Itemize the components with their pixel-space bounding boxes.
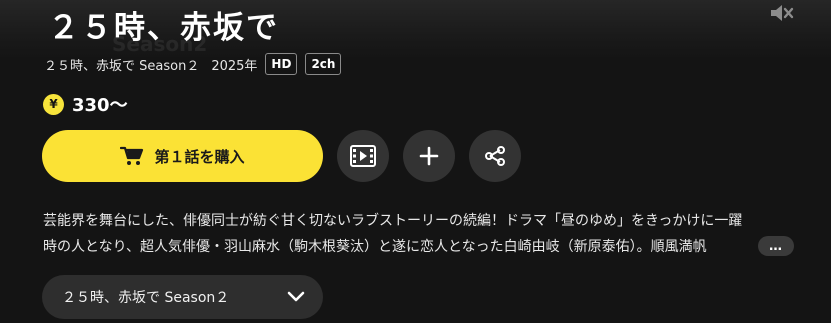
speaker-muted-icon [771,5,794,21]
mute-button[interactable] [764,0,798,26]
price-row: ¥ 330〜 [43,91,128,117]
buy-button-label: 第１話を購入 [154,147,245,166]
hd-badge: HD [265,53,298,75]
season-dropdown-value: ２５時、赤坂で Season２ [62,290,230,306]
description-line: 時の人となり、超人気俳優・羽山麻水（駒木根葵汰）と遂に恋人となった白崎由岐（新原… [43,239,707,255]
release-year: 2025年 [211,58,258,74]
expand-description-button[interactable]: … [758,236,794,256]
audio-badge: 2ch [305,53,342,75]
description: 芸能界を舞台にした、俳優同士が紡ぐ甘く切ないラブストーリーの続編！ドラマ「昼のゆ… [43,208,793,260]
add-to-list-button[interactable] [403,130,455,182]
description-line: 芸能界を舞台にした、俳優同士が紡ぐ甘く切ないラブストーリーの続編！ドラマ「昼のゆ… [43,213,743,229]
season-dropdown[interactable]: ２５時、赤坂で Season２ [42,275,323,319]
share-icon [485,146,505,166]
trailer-button[interactable] [337,130,389,182]
buy-episode-button[interactable]: 第１話を購入 [42,130,323,182]
page-title: ２５時、赤坂で [48,10,279,46]
cart-icon [120,146,144,165]
meta-row: ２５時、赤坂で Season２ 2025年 HD 2ch [44,52,342,76]
share-button[interactable] [469,130,521,182]
trailer-icon [350,145,376,167]
plus-icon [419,146,439,166]
chevron-down-icon [287,291,305,302]
yen-coin-icon: ¥ [43,93,64,115]
price-text: 330〜 [72,95,128,116]
season-name: ２５時、赤坂で Season２ [44,58,200,74]
